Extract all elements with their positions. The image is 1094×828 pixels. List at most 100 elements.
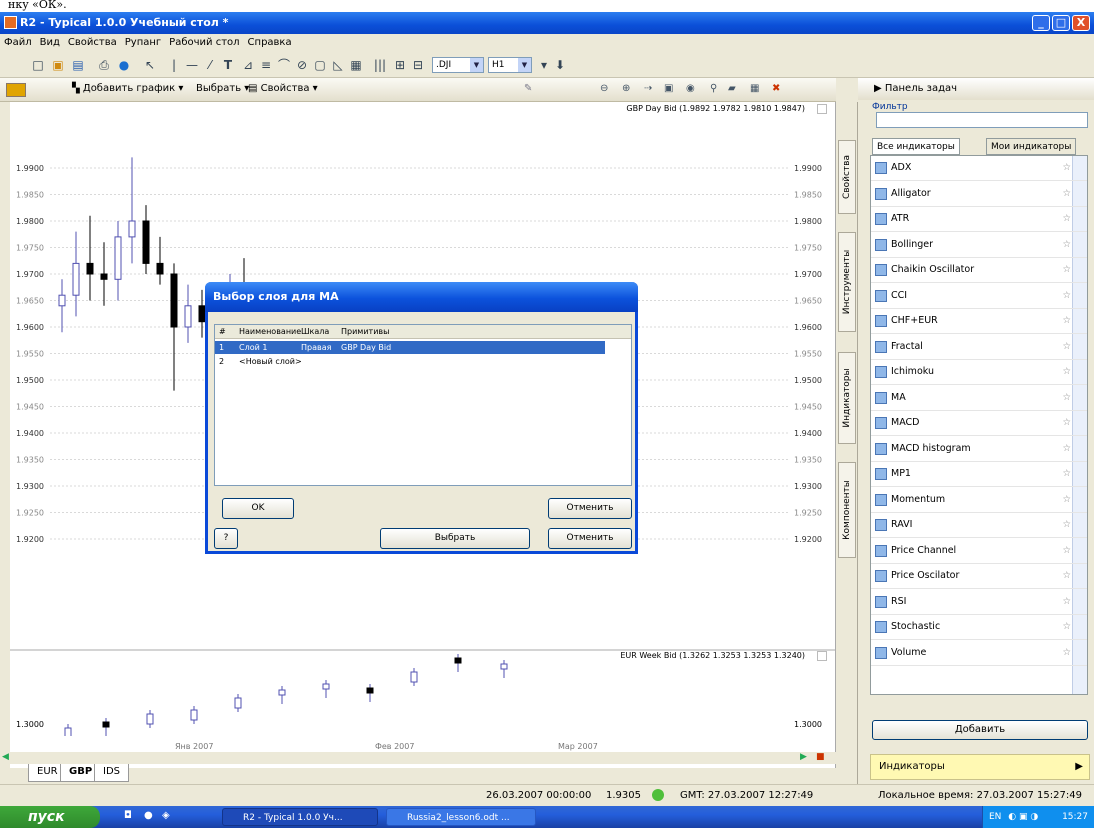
h-scrollbar[interactable]: ◀ ▶ ■ xyxy=(0,752,836,764)
filter-input[interactable] xyxy=(876,112,1088,128)
quicklaunch-desktop-icon[interactable]: ◘ xyxy=(124,810,132,821)
column-scale[interactable]: Шкала xyxy=(301,325,329,338)
trend-line-icon[interactable]: ⁄ xyxy=(202,57,218,73)
list-item[interactable]: Bollinger ☆ xyxy=(871,233,1087,258)
favorite-star-icon[interactable]: ☆ xyxy=(1062,207,1071,231)
pane-collapse-icon[interactable] xyxy=(817,104,827,114)
ellipse-icon[interactable]: ⊘ xyxy=(294,57,310,73)
list-item[interactable]: MP1 ☆ xyxy=(871,462,1087,487)
list-item[interactable]: Volume ☆ xyxy=(871,641,1087,666)
pin-icon[interactable]: ⬇ xyxy=(552,57,568,73)
list-item[interactable]: Price Oscilator ☆ xyxy=(871,564,1087,589)
symbol-select[interactable]: .DJI ▼ xyxy=(432,57,484,73)
menu-desktop[interactable]: Рабочий стол xyxy=(165,37,243,48)
list-item[interactable]: MACD ☆ xyxy=(871,411,1087,436)
column-number[interactable]: # xyxy=(219,325,226,338)
favorite-star-icon[interactable]: ☆ xyxy=(1062,513,1071,537)
delete-chart-icon[interactable]: ✖ xyxy=(772,83,780,94)
side-tab-tools[interactable]: Инструменты xyxy=(838,232,856,332)
taskbar-item-r2[interactable]: R2 - Typical 1.0.0 Уч... xyxy=(222,808,378,826)
interval-select[interactable]: H1 ▼ xyxy=(488,57,532,73)
sheet-tab-ids[interactable]: IDS xyxy=(94,764,129,782)
tab-all-indicators[interactable]: Все индикаторы xyxy=(872,138,960,155)
list-item[interactable]: Ichimoku ☆ xyxy=(871,360,1087,385)
close-button[interactable]: X xyxy=(1072,15,1090,31)
table-row[interactable]: 1 Слой 1 Правая GBP Day Bid xyxy=(215,341,605,354)
list-item[interactable]: Chaikin Oscillator ☆ xyxy=(871,258,1087,283)
taskbar-item-document[interactable]: Russia2_lesson6.odt ... xyxy=(386,808,536,826)
list-item[interactable]: Stochastic ☆ xyxy=(871,615,1087,640)
column-name[interactable]: Наименование xyxy=(239,325,301,338)
tools-icon[interactable]: ✎ xyxy=(524,83,532,94)
favorite-star-icon[interactable]: ☆ xyxy=(1062,615,1071,639)
properties-button[interactable]: ▤ Свойства ▾ xyxy=(248,83,318,94)
start-button[interactable]: пуск xyxy=(0,806,100,828)
table-icon[interactable]: ▦ xyxy=(348,57,364,73)
globe-icon[interactable]: ● xyxy=(116,57,132,73)
triangle-icon[interactable]: ◺ xyxy=(330,57,346,73)
task-panel-header[interactable]: ▶ Панель задач xyxy=(858,78,1094,100)
quicklaunch-media-icon[interactable]: ◈ xyxy=(162,810,170,821)
marker-icon[interactable]: ⚲ xyxy=(710,83,717,94)
text-icon[interactable]: T xyxy=(220,57,236,73)
list-item[interactable]: Momentum ☆ xyxy=(871,488,1087,513)
fit-icon[interactable]: ▣ xyxy=(664,83,673,94)
export-icon[interactable]: ▰ xyxy=(728,83,736,94)
cancel-button[interactable]: Отменить xyxy=(548,498,632,519)
favorite-star-icon[interactable]: ☆ xyxy=(1062,258,1071,282)
menu-file[interactable]: Файл xyxy=(0,37,36,48)
favorite-star-icon[interactable]: ☆ xyxy=(1062,564,1071,588)
side-tab-indicators[interactable]: Индикаторы xyxy=(838,352,856,444)
add-indicator-button[interactable]: Добавить xyxy=(872,720,1088,740)
maximize-button[interactable]: □ xyxy=(1052,15,1070,31)
favorite-star-icon[interactable]: ☆ xyxy=(1062,590,1071,614)
pane-collapse-icon[interactable] xyxy=(817,651,827,661)
print-icon[interactable]: ⎙ xyxy=(96,57,112,73)
zoom-in-icon[interactable]: ⊕ xyxy=(622,83,630,94)
list-item[interactable]: Fractal ☆ xyxy=(871,335,1087,360)
side-tab-properties[interactable]: Свойства xyxy=(838,140,856,214)
list-item[interactable]: RAVI ☆ xyxy=(871,513,1087,538)
scroll-left-icon[interactable]: ◀ xyxy=(2,752,9,762)
favorite-star-icon[interactable]: ☆ xyxy=(1062,156,1071,180)
add-chart-button[interactable]: ▚ Добавить график ▾ xyxy=(72,83,183,94)
favorite-star-icon[interactable]: ☆ xyxy=(1062,641,1071,665)
favorite-star-icon[interactable]: ☆ xyxy=(1062,437,1071,461)
list-item[interactable]: RSI ☆ xyxy=(871,590,1087,615)
menu-properties[interactable]: Свойства xyxy=(64,37,121,48)
favorite-star-icon[interactable]: ☆ xyxy=(1062,360,1071,384)
favorite-star-icon[interactable]: ☆ xyxy=(1062,284,1071,308)
scroll-right-icon[interactable]: ▶ xyxy=(800,752,807,762)
list-item[interactable]: MACD histogram ☆ xyxy=(871,437,1087,462)
favorite-star-icon[interactable]: ☆ xyxy=(1062,488,1071,512)
favorite-star-icon[interactable]: ☆ xyxy=(1062,386,1071,410)
scroll-end-icon[interactable]: ■ xyxy=(816,752,825,762)
cursor-icon[interactable]: ↖ xyxy=(142,57,158,73)
help-button[interactable]: ? xyxy=(214,528,238,549)
tab-my-indicators[interactable]: Мои индикаторы xyxy=(986,138,1077,155)
favorite-star-icon[interactable]: ☆ xyxy=(1062,539,1071,563)
list-item[interactable]: ATR ☆ xyxy=(871,207,1087,232)
list-item[interactable]: CHF+EUR ☆ xyxy=(871,309,1087,334)
scroll-icon[interactable]: ⇢ xyxy=(644,83,652,94)
favorite-star-icon[interactable]: ☆ xyxy=(1062,309,1071,333)
minimize-button[interactable]: _ xyxy=(1032,15,1050,31)
bars-icon[interactable]: ||| xyxy=(372,57,388,73)
list-item[interactable]: ADX ☆ xyxy=(871,156,1087,181)
open-icon[interactable]: ▣ xyxy=(50,57,66,73)
favorite-star-icon[interactable]: ☆ xyxy=(1062,233,1071,257)
table-row[interactable]: 2 <Новый слой> xyxy=(215,355,631,368)
quicklaunch-ie-icon[interactable]: ● xyxy=(144,810,153,821)
indicators-section-bar[interactable]: Индикаторы ▶ xyxy=(870,754,1090,780)
side-tab-components[interactable]: Компоненты xyxy=(838,462,856,558)
ok-button[interactable]: OK xyxy=(222,498,294,519)
layout-icon[interactable]: ▦ xyxy=(750,83,759,94)
fibo-levels-icon[interactable]: ≡ xyxy=(258,57,274,73)
list-item[interactable]: MA ☆ xyxy=(871,386,1087,411)
vertical-line-icon[interactable]: | xyxy=(166,57,182,73)
favorite-star-icon[interactable]: ☆ xyxy=(1062,335,1071,359)
list-item[interactable]: CCI ☆ xyxy=(871,284,1087,309)
rectangle-icon[interactable]: ▢ xyxy=(312,57,328,73)
cancel-button-secondary[interactable]: Отменить xyxy=(548,528,632,549)
column-primitives[interactable]: Примитивы xyxy=(341,325,389,338)
